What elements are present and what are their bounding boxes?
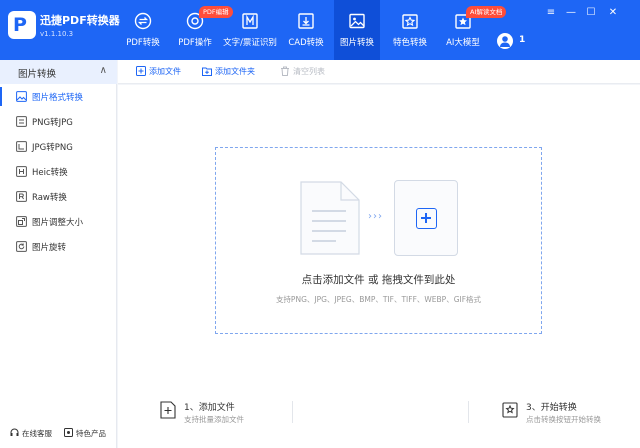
image-icon [348,12,366,30]
nav-cad[interactable]: CAD转换 [284,0,328,60]
headset-icon [10,428,19,437]
cad-icon [297,12,315,30]
nav-label: AI大模型 [446,38,480,48]
online-service-label: 在线客服 [22,429,52,438]
sidebar-item-label: JPG转PNG [32,143,73,153]
sidebar-item-label: 图片旋转 [32,243,67,253]
sidebar-item-png-jpg[interactable]: PNG转JPG [0,109,117,134]
sidebar-group-title: 图片转换 [18,69,57,80]
convert-icon [134,12,152,30]
nav-special[interactable]: 特色转换 [388,0,432,60]
sidebar-item-image-format[interactable]: 图片格式转换 [0,84,117,109]
image-format-icon [16,91,27,102]
sidebar-item-jpg-png[interactable]: JPG转PNG [0,134,117,159]
sidebar-item-label: 图片格式转换 [32,93,84,103]
ocr-icon [241,12,259,30]
arrows-icon: ››› [368,211,383,222]
step-subtitle: 支持批量添加文件 [184,415,244,424]
step-divider [292,401,293,423]
featured-products-button[interactable]: 特色产品 [64,428,106,439]
nav-image-convert[interactable]: 图片转换 [334,0,380,60]
nav-pdf-convert[interactable]: PDF转换 [118,0,168,60]
sidebar-item-label: 图片调整大小 [32,218,84,228]
sidebar-item-resize[interactable]: 图片调整大小 [0,209,117,234]
add-file-button[interactable]: 添加文件 [136,66,181,77]
clear-list-button[interactable]: 清空列表 [280,66,325,77]
top-bar: P 迅捷PDF转换器 v1.1.10.3 PDF转换 PDF操作 PDF编辑 文… [0,0,640,60]
close-button[interactable]: ✕ [606,6,620,20]
sidebar: 图片转换 ∧ 图片格式转换 PNG转JPG JPG转PNG Heic转换 Raw… [0,60,117,448]
nav-label: CAD转换 [288,38,324,48]
app-title: 迅捷PDF转换器 [40,14,120,27]
sidebar-item-label: PNG转JPG [32,118,73,128]
user-avatar-icon[interactable] [497,33,513,49]
minimize-button[interactable]: — [564,6,578,20]
png-jpg-icon [16,116,27,127]
add-file-label: 添加文件 [149,67,181,76]
sidebar-group-header[interactable]: 图片转换 ∧ [0,60,117,84]
menu-button[interactable]: ≡ [544,6,558,20]
sidebar-item-label: Heic转换 [32,168,68,178]
maximize-button[interactable]: ☐ [584,6,598,20]
rotate-icon [16,241,27,252]
sidebar-item-heic[interactable]: Heic转换 [0,159,117,184]
steps-bar: 1、添加文件 支持批量添加文件 3、开始转换 点击转换按钮开始转换 [118,385,640,435]
chevron-up-icon: ∧ [99,65,107,76]
add-file-icon [136,66,146,76]
convert-star-icon [502,401,518,419]
main-content: ››› 点击添加文件 或 拖拽文件到此处 支持PNG、JPG、JPEG、BMP、… [118,85,640,448]
plus-icon [416,208,437,229]
special-icon [401,12,419,30]
add-file-box[interactable] [394,180,458,256]
file-dropzone[interactable]: ››› 点击添加文件 或 拖拽文件到此处 支持PNG、JPG、JPEG、BMP、… [215,147,542,334]
online-service-button[interactable]: 在线客服 [10,428,52,439]
jpg-png-icon [16,141,27,152]
nav-label: 特色转换 [392,38,427,48]
ai-doc-badge: AI解读文档 [466,6,507,18]
step-title: 3、开始转换 [526,403,577,413]
sidebar-footer: 在线客服 特色产品 [0,418,117,448]
sidebar-item-rotate[interactable]: 图片旋转 [0,234,117,259]
add-folder-icon [202,66,212,76]
add-folder-label: 添加文件夹 [215,67,255,76]
nav-label: PDF操作 [178,38,212,48]
step-divider [468,401,469,423]
sidebar-item-label: Raw转换 [32,193,67,203]
nav-label: 图片转换 [339,38,374,48]
heic-icon [16,166,27,177]
nav-ocr[interactable]: 文字/票证识别 [222,0,278,60]
app-version: v1.1.10.3 [40,30,74,38]
add-document-icon [160,401,176,419]
user-count: 1 [519,35,526,45]
supported-formats: 支持PNG、JPG、JPEG、BMP、TIF、TIFF、WEBP、GIF格式 [275,295,482,304]
resize-icon [16,216,27,227]
nav-label: PDF转换 [126,38,160,48]
add-folder-button[interactable]: 添加文件夹 [202,66,255,77]
step-title: 1、添加文件 [184,403,235,413]
nav-label: 文字/票证识别 [223,38,277,48]
step-subtitle: 点击转换按钮开始转换 [526,415,601,424]
products-icon [64,428,73,437]
featured-products-label: 特色产品 [76,429,106,438]
trash-icon [280,66,290,76]
dropzone-instruction: 点击添加文件 或 拖拽文件到此处 [301,274,456,286]
file-toolbar: 添加文件 添加文件夹 清空列表 [118,60,640,84]
document-icon [300,181,360,255]
clear-list-label: 清空列表 [293,67,325,76]
sidebar-item-raw[interactable]: Raw转换 [0,184,117,209]
app-logo-icon: P [8,11,36,39]
raw-icon [16,191,27,202]
